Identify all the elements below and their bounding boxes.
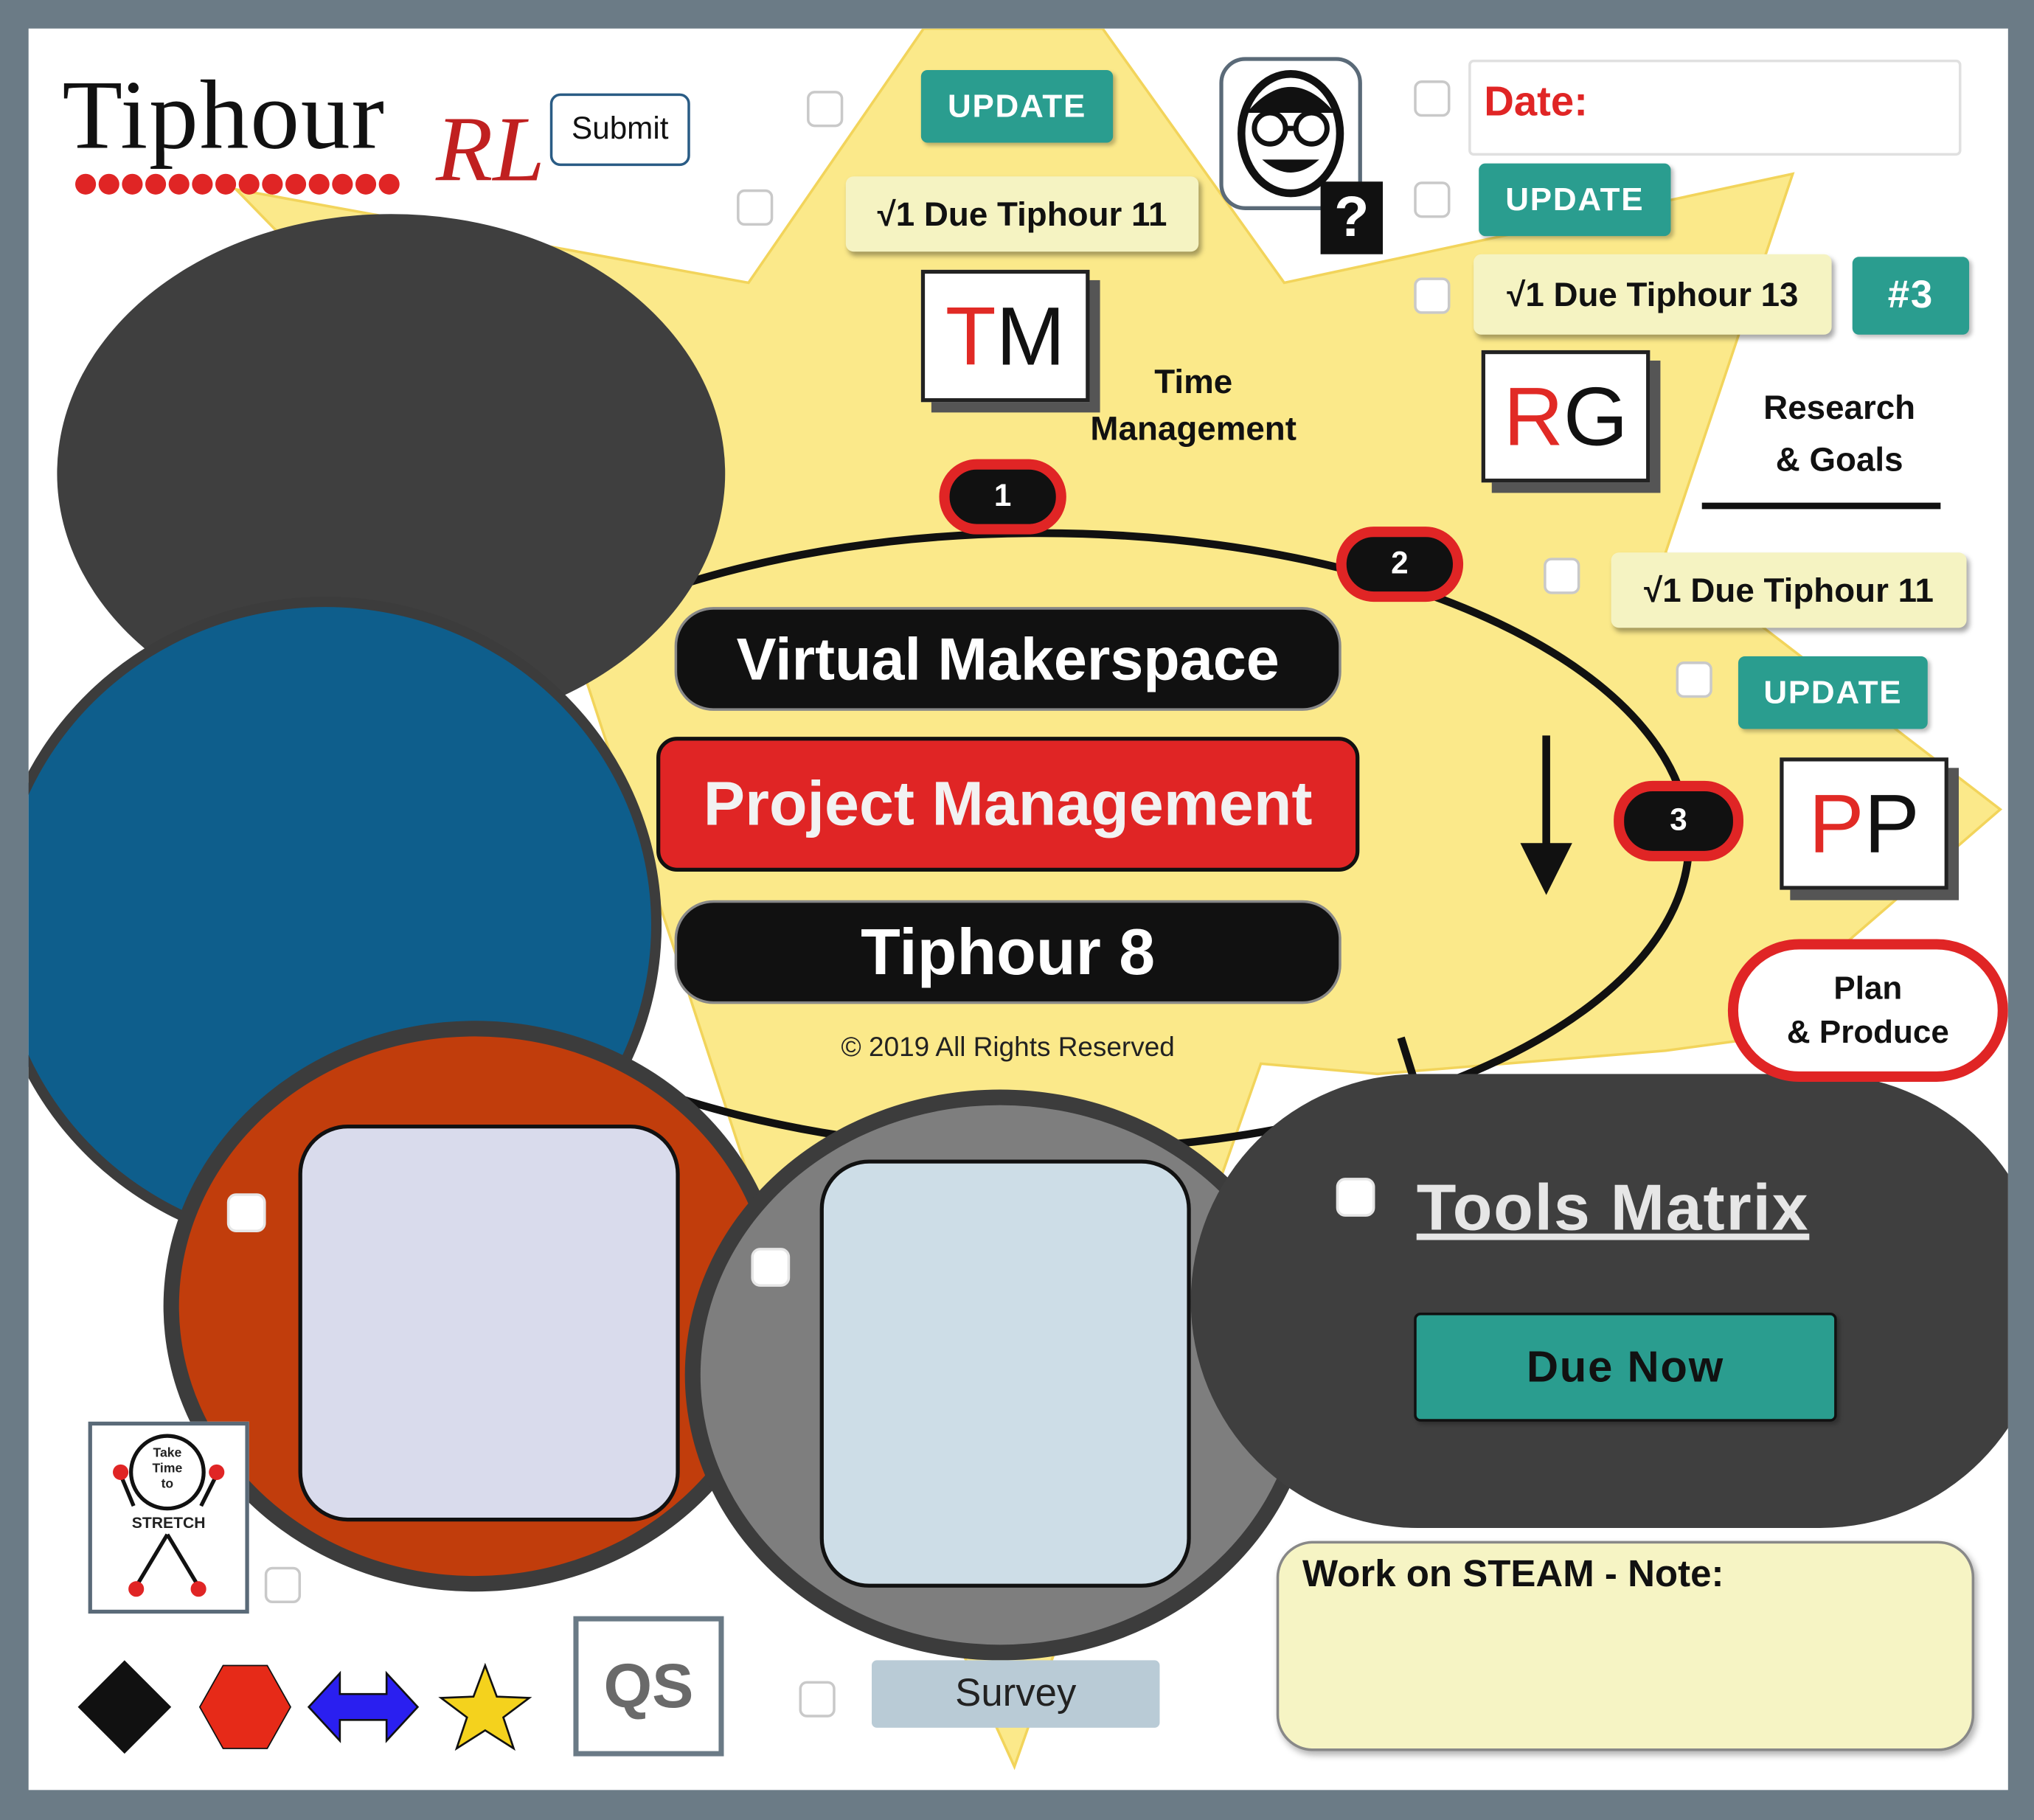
- title-virtual-makerspace: Virtual Makerspace: [674, 607, 1341, 711]
- shape-icons: [77, 1660, 532, 1754]
- badge-number[interactable]: #3: [1852, 257, 1970, 335]
- logo-dots-icon: [75, 173, 400, 195]
- update-button-mid[interactable]: UPDATE: [1738, 656, 1928, 729]
- due-now-button[interactable]: Due Now: [1414, 1313, 1837, 1422]
- checkbox-update-mid[interactable]: [1676, 661, 1712, 698]
- checkbox-survey[interactable]: [799, 1681, 836, 1717]
- logo-tiphour: Tiphour: [62, 60, 407, 202]
- due-label-pp: √1 Due Tiphour 11: [1611, 552, 1967, 628]
- checkbox-stretch[interactable]: [264, 1566, 302, 1604]
- checkbox-due-pp[interactable]: [1544, 558, 1580, 594]
- gold-star-icon: [438, 1662, 532, 1751]
- step-1-badge: 1: [939, 459, 1066, 535]
- submit-button[interactable]: Submit: [549, 93, 690, 167]
- checkbox-update-top[interactable]: [807, 91, 844, 128]
- step-2-badge: 2: [1336, 527, 1464, 602]
- tools-panel: [1190, 1074, 2008, 1529]
- copyright: © 2019 All Rights Reserved: [841, 1032, 1175, 1063]
- checkbox-update-right[interactable]: [1414, 181, 1451, 218]
- note-title: Work on STEAM - Note:: [1302, 1554, 1724, 1596]
- red-hexagon-icon: [198, 1664, 292, 1749]
- update-button-right[interactable]: UPDATE: [1479, 163, 1671, 237]
- date-label: Date:: [1484, 77, 1588, 125]
- rg-label: Research & Goals: [1763, 387, 1916, 479]
- checkbox-gray-card[interactable]: [751, 1248, 791, 1287]
- tools-matrix-link[interactable]: Tools Matrix: [1417, 1170, 1810, 1246]
- tm-card[interactable]: TM: [920, 269, 1090, 403]
- title-project-management: Project Management: [656, 737, 1360, 872]
- stretch-icon[interactable]: Take Time to STRETCH: [88, 1421, 249, 1614]
- pp-label: Plan & Produce: [1727, 939, 2008, 1082]
- update-button-top[interactable]: UPDATE: [920, 69, 1114, 143]
- logo-rl: RL: [436, 97, 545, 201]
- gray-card[interactable]: [819, 1159, 1191, 1588]
- date-field[interactable]: Date:: [1468, 59, 1962, 156]
- step-3-badge: 3: [1614, 780, 1744, 861]
- due-label-tm: √1 Due Tiphour 11: [845, 176, 1199, 252]
- checkbox-tools[interactable]: [1336, 1178, 1375, 1217]
- rg-card[interactable]: RG: [1481, 350, 1651, 483]
- logo-text: Tiphour: [62, 60, 386, 170]
- checkbox-due-tm[interactable]: [737, 189, 774, 226]
- title-tiphour-8: Tiphour 8: [674, 900, 1341, 1004]
- black-diamond-icon: [77, 1660, 172, 1754]
- checkbox-date[interactable]: [1414, 80, 1451, 117]
- note-box[interactable]: Work on STEAM - Note:: [1276, 1541, 1975, 1751]
- page-canvas: Tiphour RL Submit UPDATE √1 Due Tiphour …: [28, 28, 2008, 1791]
- checkbox-due-rg[interactable]: [1414, 277, 1451, 314]
- checkbox-orange-card[interactable]: [226, 1193, 266, 1232]
- help-question-icon[interactable]: ?: [1320, 181, 1384, 254]
- due-label-rg: √1 Due Tiphour 13: [1474, 254, 1832, 335]
- survey-button[interactable]: Survey: [872, 1660, 1160, 1728]
- blue-double-arrow-icon: [307, 1670, 420, 1743]
- orange-circle[interactable]: [163, 1021, 786, 1592]
- qs-button[interactable]: QS: [573, 1616, 724, 1757]
- orange-card[interactable]: [298, 1124, 680, 1522]
- tm-label: Time Management: [1090, 361, 1297, 448]
- pp-card[interactable]: PP: [1780, 757, 1948, 890]
